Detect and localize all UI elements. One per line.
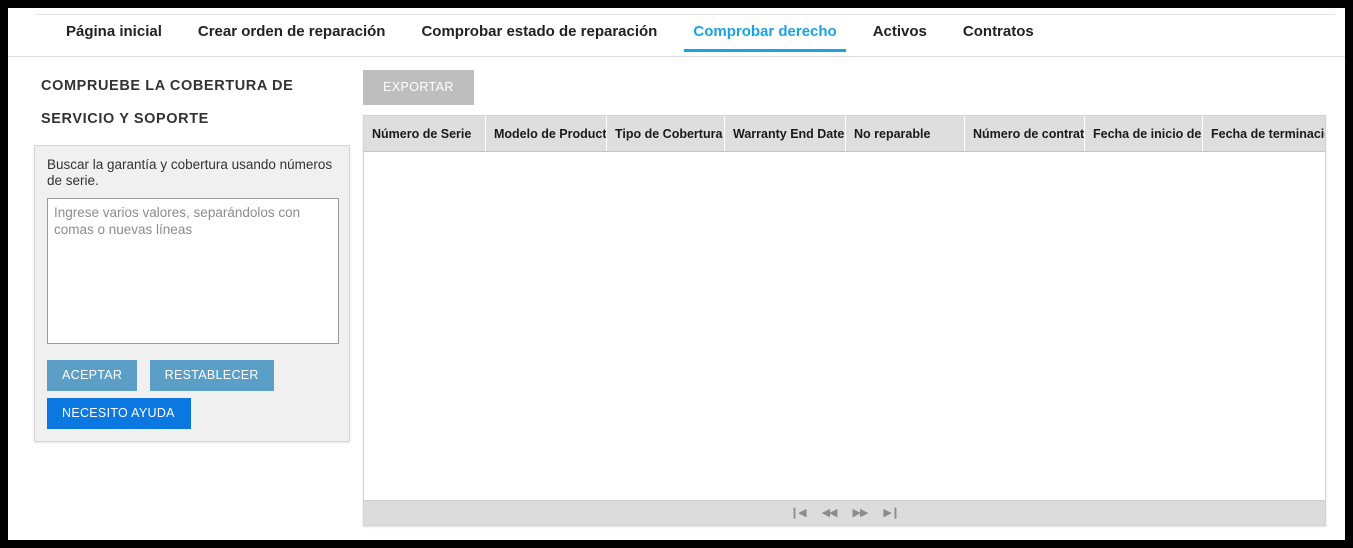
- tab-1[interactable]: Página inicial: [48, 22, 180, 52]
- entitlement-results-grid: Número de Serie Modelo de Producto Tipo de…: [363, 115, 1326, 526]
- need-help-button[interactable]: NECESITO AYUDA: [47, 398, 191, 429]
- grid-body: [364, 152, 1325, 500]
- page-title: COMPRUEBE LA COBERTURA DE SERVICIO Y SOP…: [41, 78, 294, 127]
- tab-5[interactable]: Activos: [855, 22, 945, 52]
- previous-page-icon[interactable]: ◀◀: [822, 507, 838, 519]
- serial-numbers-input[interactable]: [47, 198, 339, 344]
- tab-3[interactable]: Comprobar estado de reparación: [403, 22, 675, 52]
- tab-list: Página inicial Crear orden de reparación C…: [48, 22, 1052, 52]
- sidebar-button-row: ACEPTAR RESTABLECER NECESITO AYUDA: [47, 360, 337, 429]
- application-window: Página inicial Crear orden de reparación C…: [8, 8, 1345, 540]
- tab-2[interactable]: Crear orden de reparación: [180, 22, 404, 52]
- grid-column-header[interactable]: Modelo de Producto: [486, 116, 607, 151]
- grid-column-header[interactable]: Fecha de terminación: [1203, 116, 1325, 151]
- results-area: EXPORTAR Número de Serie Modelo de Produc…: [363, 70, 1328, 526]
- grid-pagination-footer: ❙◀ ◀◀ ▶▶ ▶❙: [364, 500, 1325, 525]
- tabbar-top-divider: [36, 14, 1335, 15]
- grid-column-header[interactable]: Tipo de Cobertura: [607, 116, 725, 151]
- grid-column-header[interactable]: Número de contrato: [965, 116, 1085, 151]
- grid-header-row: Número de Serie Modelo de Producto Tipo de…: [364, 116, 1325, 152]
- grid-column-header[interactable]: No reparable: [846, 116, 965, 151]
- reset-button[interactable]: RESTABLECER: [149, 360, 274, 391]
- grid-column-header[interactable]: Warranty End Date: [725, 116, 846, 151]
- coverage-search-sidebar: COMPRUEBE LA COBERTURA DE SERVICIO Y SOP…: [34, 70, 364, 442]
- serial-search-label: Buscar la garantía y cobertura usando nú…: [47, 157, 333, 188]
- first-page-icon[interactable]: ❙◀: [790, 507, 807, 519]
- export-button[interactable]: EXPORTAR: [363, 70, 474, 105]
- grid-column-header[interactable]: Número de Serie: [364, 116, 486, 151]
- next-page-icon[interactable]: ▶▶: [853, 507, 869, 519]
- tab-4[interactable]: Comprobar derecho: [675, 22, 854, 52]
- tab-6[interactable]: Contratos: [945, 22, 1052, 52]
- main-navigation-tabbar: Página inicial Crear orden de reparación C…: [8, 8, 1345, 57]
- grid-column-header[interactable]: Fecha de inicio del contrato: [1085, 116, 1203, 151]
- serial-search-box: Buscar la garantía y cobertura usando nú…: [34, 145, 350, 442]
- last-page-icon[interactable]: ▶❙: [883, 507, 900, 519]
- accept-button[interactable]: ACEPTAR: [47, 360, 138, 391]
